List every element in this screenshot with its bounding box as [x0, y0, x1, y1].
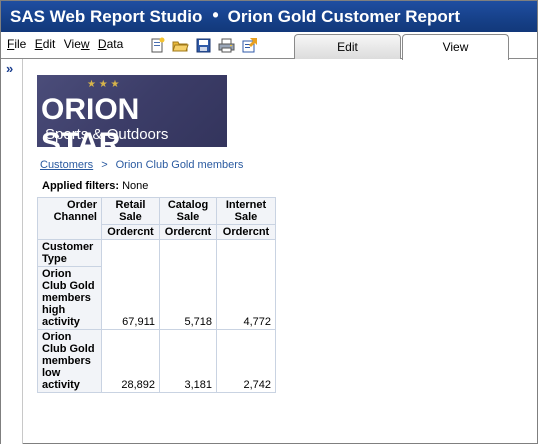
row-label-line: Club Gold [42, 343, 95, 355]
save-icon[interactable] [195, 37, 212, 54]
app-title: SAS Web Report Studio [10, 7, 203, 26]
table-cell: 4,772 [216, 239, 276, 330]
table-cell: 67,911 [101, 239, 160, 330]
table-row: Orion Club Gold members low activity 28,… [37, 329, 276, 393]
toolbar-icons [149, 37, 264, 54]
menu-file[interactable]: File [7, 37, 26, 51]
col-header-line2: Sale [119, 211, 142, 223]
logo-line2: Sports & Outdoors [45, 126, 169, 143]
menu-view[interactable]: View [64, 37, 90, 51]
col-header-line1: Retail [115, 199, 146, 211]
export-icon[interactable] [241, 37, 258, 54]
col-header-line1: Internet [225, 199, 267, 211]
column-header: Internet Sale [216, 197, 276, 225]
open-folder-icon[interactable] [172, 37, 189, 54]
table-cell: 28,892 [101, 329, 160, 393]
row-header-line: Customer [42, 241, 94, 253]
row-label-line: members [42, 355, 91, 367]
row-header-label: Customer Type [37, 239, 102, 267]
tab-view[interactable]: View [402, 34, 509, 60]
expand-panel-icon[interactable]: » [6, 61, 13, 76]
row-label-line: high [42, 304, 66, 316]
applied-filters: Applied filters: None [42, 180, 148, 192]
filters-label: Applied filters: [42, 180, 120, 192]
row-label-line: activity [42, 379, 80, 391]
tab-view-label: View [442, 40, 469, 54]
left-panel-strip [1, 59, 23, 444]
menu-data[interactable]: Data [98, 37, 123, 51]
measure-header: Ordercnt [159, 224, 217, 240]
row-label-line: low [42, 367, 61, 379]
table-cell: 3,181 [159, 329, 217, 393]
column-header: Catalog Sale [159, 197, 217, 225]
breadcrumb-separator: > [101, 159, 108, 171]
measure-header: Ordercnt [216, 224, 276, 240]
orion-star-logo: ★ ★ ★ ORION STAR Sports & Outdoors [37, 75, 227, 147]
row-header-line: Type [42, 253, 67, 265]
table-cell: 5,718 [159, 239, 217, 330]
breadcrumb-customers-link[interactable]: Customers [40, 159, 93, 171]
column-header: Retail Sale [101, 197, 160, 225]
corner-line1: Order [67, 199, 97, 211]
measure-header: Ordercnt [101, 224, 160, 240]
report-window: SAS Web Report Studio • Orion Gold Custome… [0, 0, 538, 444]
breadcrumb-current: Orion Club Gold members [115, 159, 244, 171]
report-crosstab: Order Channel Retail Sale Catalog Sale Int… [37, 197, 276, 393]
row-label[interactable]: Orion Club Gold members low activity [37, 329, 102, 393]
corner-line2: Channel [53, 211, 97, 223]
tab-edit[interactable]: Edit [294, 34, 401, 59]
col-header-line2: Sale [234, 211, 258, 223]
row-label-line: Orion [42, 268, 72, 280]
col-header-line1: Catalog [167, 199, 209, 211]
print-icon[interactable] [218, 37, 235, 54]
tab-edit-label: Edit [337, 40, 358, 54]
title-separator: • [212, 5, 219, 25]
filters-value: None [122, 180, 149, 192]
report-title: Orion Gold Customer Report [227, 7, 461, 26]
row-label[interactable]: Orion Club Gold members high activity [37, 266, 102, 330]
table-cell: 2,742 [216, 329, 276, 393]
title-bar: SAS Web Report Studio • Orion Gold Custome… [1, 1, 537, 32]
col-header-line2: Sale [176, 211, 200, 223]
row-label-line: Club Gold [42, 280, 95, 292]
corner-header: Order Channel [37, 197, 102, 240]
row-label-line: Orion [42, 331, 72, 343]
row-label-line: members [42, 292, 91, 304]
menu-edit[interactable]: Edit [35, 37, 56, 51]
menu-bar: File Edit View Data [7, 37, 128, 51]
new-report-icon[interactable] [149, 37, 166, 54]
breadcrumb: Customers > Orion Club Gold members [40, 159, 243, 171]
row-label-line: activity [42, 316, 80, 328]
logo-stars: ★ ★ ★ [87, 79, 120, 90]
